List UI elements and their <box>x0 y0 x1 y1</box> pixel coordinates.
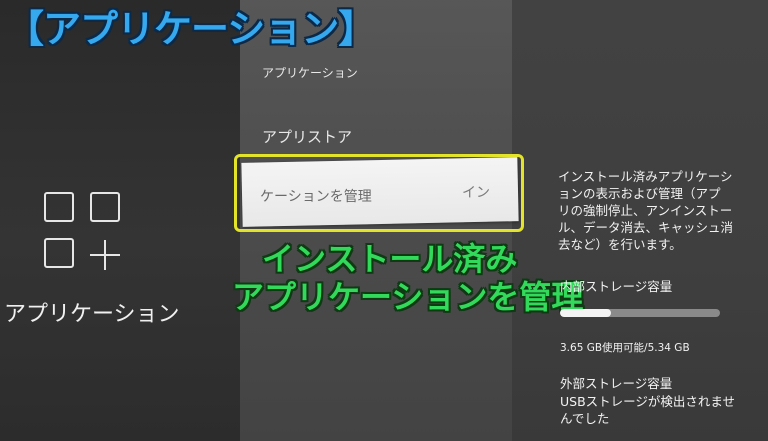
banner-caption: 【アプリケーション】 <box>6 7 376 51</box>
category-label[interactable]: アプリケーション <box>4 300 234 330</box>
description-line: インストール済みアプリケーシ <box>558 169 733 184</box>
focus-highlight <box>234 154 524 232</box>
apps-grid-plus-icon <box>44 192 126 274</box>
description-line: 去など）を行います。 <box>558 237 682 252</box>
overlay-caption-line2: アプリケーションを管理 <box>232 278 584 316</box>
external-storage-title: 外部ストレージ容量 <box>560 376 673 391</box>
external-message-line: んでした <box>560 411 610 426</box>
description-text: インストール済みアプリケーシ ョンの表示および管理（アプ リの強制停止、アンイン… <box>558 168 758 253</box>
internal-storage-usage: 3.65 GB使用可能/5.34 GB <box>560 342 690 354</box>
description-line: リの強制停止、アンインストー <box>558 203 733 218</box>
internal-storage-title: 内部ストレージ容量 <box>560 279 673 294</box>
overlay-caption-line1: インストール済み <box>262 240 518 278</box>
internal-storage-bar <box>560 309 720 317</box>
description-line: ョンの表示および管理（アプ <box>558 186 721 201</box>
section-header: アプリケーション <box>262 66 358 80</box>
settings-screen: 【アプリケーション】 アプリケーション アプリケーション アプリストア ケーショ… <box>0 0 768 441</box>
external-storage-message: USBストレージが検出されませ んでした <box>560 393 735 427</box>
description-line: ル、データ消去、キャッシュ消 <box>558 220 734 235</box>
menu-item-appstore[interactable]: アプリストア <box>262 126 352 147</box>
internal-storage-fill <box>560 309 612 317</box>
external-message-line: USBストレージが検出されませ <box>560 394 736 409</box>
